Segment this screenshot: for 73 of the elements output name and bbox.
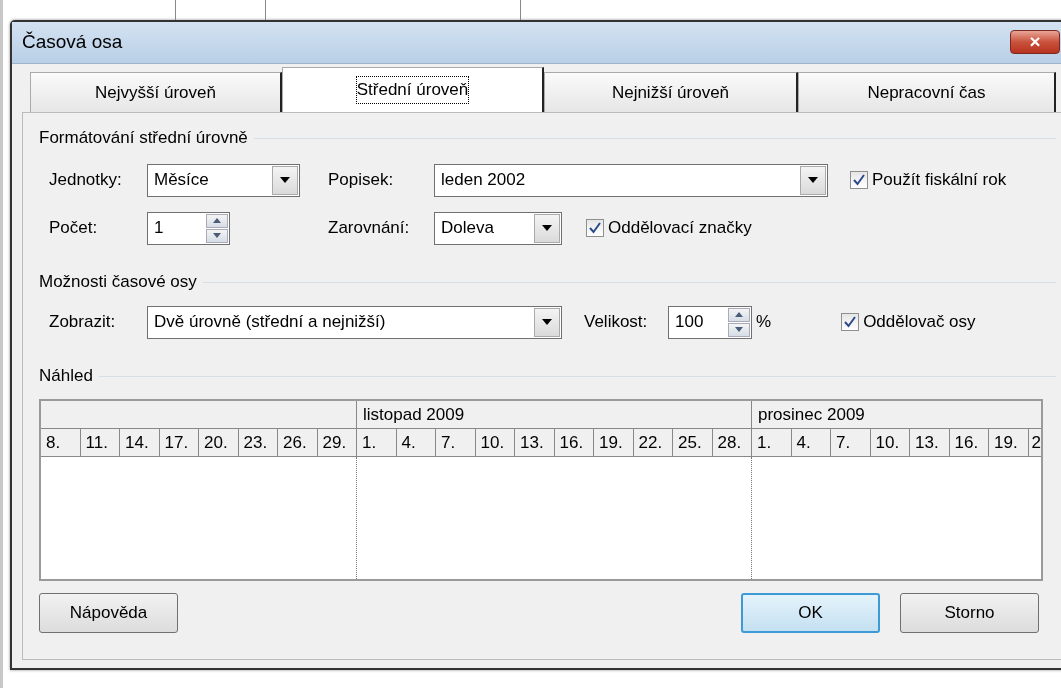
checkbox-label: Oddělovací značky xyxy=(608,217,752,240)
dropdown[interactable]: leden 2002 xyxy=(434,163,828,197)
timescale-cell: 16. xyxy=(949,429,989,456)
spin-value: 1 xyxy=(154,217,164,240)
field-label: Počet: xyxy=(49,217,99,240)
checkbox[interactable] xyxy=(586,219,604,237)
field-label: Jednotky: xyxy=(49,169,123,192)
timescale-header-cell: listopad 2009 xyxy=(357,401,752,428)
field-label: Zarovnání: xyxy=(328,217,411,240)
timescale-cell: 25. xyxy=(673,429,713,456)
timescale-cell: 19. xyxy=(594,429,634,456)
group-title: Formátování střední úrovně xyxy=(39,127,248,150)
timescale-cell: 22. xyxy=(633,429,673,456)
dropdown-value: Dvě úrovně (střední a nejnižší) xyxy=(154,311,386,334)
spin-down-button[interactable] xyxy=(206,228,228,243)
dialog-button[interactable]: OK xyxy=(741,593,880,633)
checkbox-label: Oddělovač osy xyxy=(863,311,976,334)
dropdown-value: Měsíce xyxy=(154,169,209,192)
spin-field[interactable]: 1 xyxy=(147,211,230,245)
spin-up-button[interactable] xyxy=(728,307,750,322)
timescale-cell: 13. xyxy=(515,429,555,456)
down-arrow-icon xyxy=(213,233,221,238)
dropdown[interactable]: Doleva xyxy=(434,211,562,245)
timescale-cell: 11. xyxy=(80,429,120,456)
field-label: % xyxy=(756,311,772,334)
group-title: Náhled xyxy=(39,365,93,388)
tab[interactable]: Nepracovní čas xyxy=(798,72,1056,112)
checkbox-label: Použít fiskální rok xyxy=(872,169,1007,192)
down-arrow-icon xyxy=(735,327,743,332)
timescale-cell: 14. xyxy=(120,429,160,456)
field-label: Popisek: xyxy=(328,169,395,192)
timescale-cell: 10. xyxy=(475,429,515,456)
spin-up-button[interactable] xyxy=(206,213,228,228)
timescale-cell: 26. xyxy=(278,429,318,456)
group-title: Možnosti časové osy xyxy=(39,271,197,294)
checkbox[interactable] xyxy=(850,171,868,189)
timescale-cell: 1. xyxy=(752,429,792,456)
timescale-cell: 29. xyxy=(317,429,357,456)
timescale-cell: 17. xyxy=(159,429,199,456)
close-button[interactable]: × xyxy=(1010,30,1060,54)
window-title: Časová osa xyxy=(22,30,123,55)
tab[interactable]: Nejvyšší úroveň xyxy=(30,72,282,112)
timescale-cell-text: 2 xyxy=(1030,432,1041,454)
timescale-cell: 19. xyxy=(989,429,1029,456)
dropdown[interactable]: Měsíce xyxy=(147,163,300,197)
timescale-cell: 20. xyxy=(199,429,239,456)
timescale-cell: 8. xyxy=(41,429,81,456)
tab[interactable]: Nejnižší úroveň xyxy=(544,72,798,112)
spin-value: 100 xyxy=(675,311,704,334)
field-label: Zobrazit: xyxy=(49,311,117,334)
dialog-button[interactable]: Storno xyxy=(900,593,1039,633)
field-label: Velikost: xyxy=(584,311,649,334)
timescale-cell: 28. xyxy=(712,429,752,456)
tab[interactable]: Střední úroveň xyxy=(282,67,544,112)
timescale-cell: 13. xyxy=(910,429,950,456)
checkbox[interactable] xyxy=(841,313,860,331)
dropdown-value: Doleva xyxy=(441,217,494,240)
up-arrow-icon xyxy=(735,312,743,317)
dialog-button[interactable]: Nápověda xyxy=(39,593,178,633)
spin-field[interactable]: 100 xyxy=(668,305,752,339)
timescale-cell: 4. xyxy=(791,429,831,456)
dropdown[interactable]: Dvě úrovně (střední a nejnižší) xyxy=(147,305,562,339)
timescale-cell: 7. xyxy=(436,429,476,456)
timescale-cell: 10. xyxy=(870,429,910,456)
timescale-cell: 23. xyxy=(238,429,278,456)
spin-down-button[interactable] xyxy=(728,322,750,337)
timescale-cell: 1. xyxy=(357,429,397,456)
up-arrow-icon xyxy=(213,218,221,223)
timescale-header-cell-text: prosinec 2009 xyxy=(757,404,866,426)
timescale-cell: 16. xyxy=(554,429,594,456)
timescale-cell: 7. xyxy=(831,429,871,456)
dropdown-value: leden 2002 xyxy=(441,169,526,192)
timescale-cell: 4. xyxy=(396,429,436,456)
